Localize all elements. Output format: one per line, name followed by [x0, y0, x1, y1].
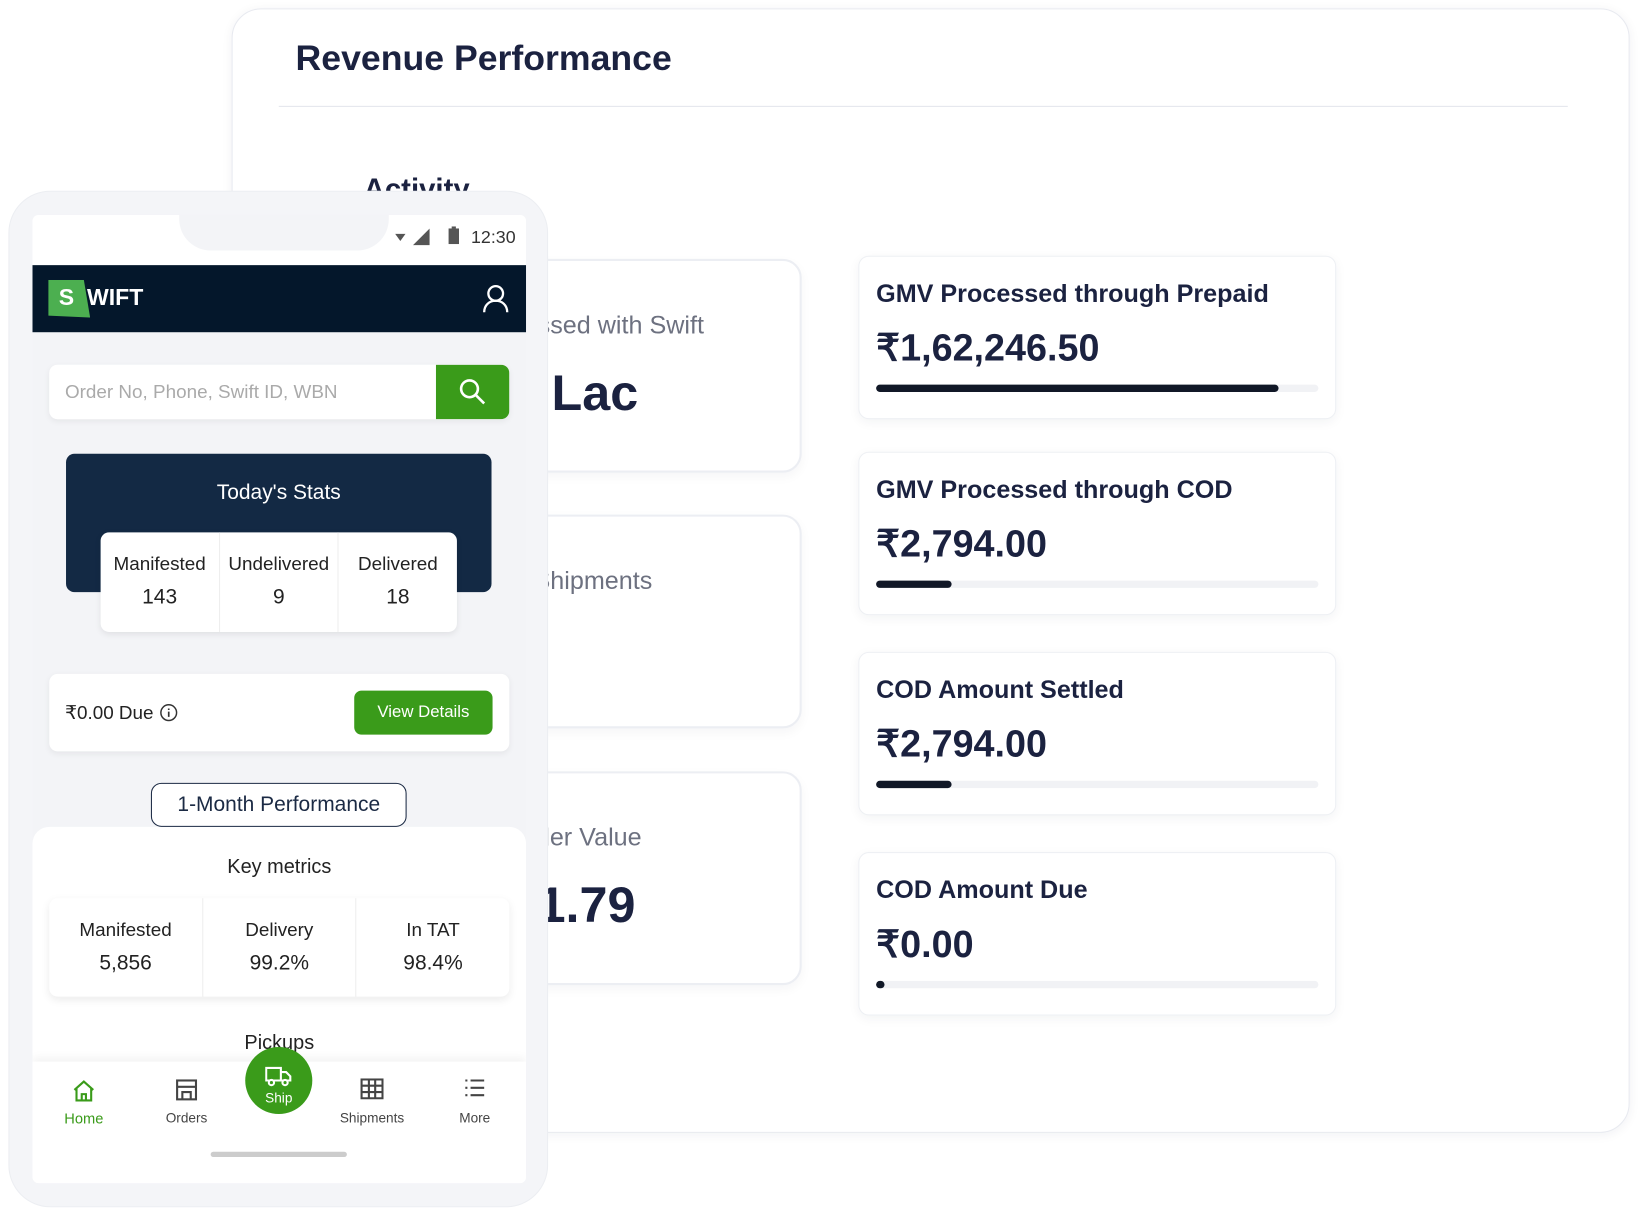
key-metrics: Manifested 5,856 Delivery 99.2% In TAT 98.4…	[49, 898, 510, 997]
card-label: GMV Processed through Prepaid	[876, 279, 1269, 309]
progress-fill	[876, 580, 952, 588]
phone-screen: 12:30 S WIFT Today's Stats Manifested 143…	[32, 214, 527, 1184]
progress-bar	[876, 780, 1319, 789]
truck-icon	[265, 1066, 292, 1086]
progress-fill	[876, 980, 885, 989]
metric-value: 99.2%	[249, 951, 310, 975]
stat-label: Manifested	[113, 553, 206, 575]
card-label: COD Amount Due	[876, 876, 1088, 905]
nav-label: Ship	[265, 1089, 293, 1106]
cod-card: GMV Processed through COD ₹2,794.00	[858, 451, 1337, 616]
cod-settled-card: COD Amount Settled ₹2,794.00	[858, 651, 1337, 816]
search-button[interactable]	[435, 364, 510, 420]
store-icon	[176, 1079, 198, 1101]
home-icon	[73, 1080, 94, 1102]
search-input[interactable]	[49, 364, 438, 420]
nav-label: Shipments	[339, 1109, 405, 1126]
progress-fill	[876, 384, 1279, 392]
ship-button[interactable]: Ship	[245, 1046, 313, 1115]
view-details-button[interactable]: View Details	[354, 690, 493, 735]
stat-delivered: Delivered 18	[337, 532, 457, 632]
nav-home[interactable]: Home	[37, 1078, 131, 1127]
nav-label: More	[459, 1109, 491, 1126]
due-card: ₹0.00 Due View Details	[49, 673, 510, 752]
clock: 12:30	[471, 227, 516, 248]
info-icon[interactable]	[159, 703, 178, 722]
metric-in-tat: In TAT 98.4%	[355, 898, 510, 997]
stat-undelivered: Undelivered 9	[218, 532, 338, 632]
signal-icon	[412, 228, 430, 246]
metric-manifested: Manifested 5,856	[49, 898, 202, 997]
stat-label: Undelivered	[228, 553, 330, 575]
nav-orders[interactable]: Orders	[139, 1078, 233, 1126]
metric-label: Manifested	[79, 919, 172, 941]
stat-value: 9	[272, 585, 285, 609]
card-value: ₹2,794.00	[876, 722, 1048, 766]
nav-shipments[interactable]: Shipments	[325, 1078, 419, 1126]
notch	[179, 214, 389, 251]
home-indicator	[210, 1151, 347, 1157]
grid-icon	[360, 1078, 384, 1100]
card-label: COD Amount Settled	[876, 675, 1124, 705]
search-bar	[49, 364, 510, 420]
todays-stats: Manifested 143 Undelivered 9 Delivered 18	[100, 532, 457, 632]
nav-more[interactable]: More	[428, 1078, 522, 1126]
search-icon	[459, 379, 486, 405]
stat-label: Delivered	[358, 553, 438, 575]
divider	[278, 105, 1568, 107]
key-metrics-heading: Key metrics	[227, 856, 332, 879]
cod-due-card: COD Amount Due ₹0.00	[858, 852, 1337, 1016]
wifi-icon	[395, 233, 406, 242]
stat-value: 143	[142, 585, 178, 609]
user-icon[interactable]	[482, 284, 509, 313]
battery-icon	[448, 226, 460, 245]
nav-label: Home	[64, 1109, 104, 1127]
metric-value: 98.4%	[403, 951, 463, 975]
card-value: ₹0.00	[876, 922, 974, 966]
phone-mockup: 12:30 S WIFT Today's Stats Manifested 143…	[8, 190, 549, 1208]
metric-label: Delivery	[245, 919, 314, 941]
stat-value: 18	[386, 585, 410, 609]
status-bar: 12:30	[32, 214, 527, 266]
progress-fill	[876, 780, 952, 789]
prepaid-card: GMV Processed through Prepaid ₹1,62,246.5…	[858, 255, 1337, 420]
progress-bar	[876, 384, 1319, 392]
logo-mark: S	[48, 279, 91, 318]
progress-bar	[876, 980, 1319, 989]
logo-text: WIFT	[86, 284, 144, 311]
progress-bar	[876, 580, 1319, 588]
metric-delivery: Delivery 99.2%	[201, 898, 356, 997]
tab-1-month-performance[interactable]: 1-Month Performance	[150, 782, 407, 827]
stat-manifested: Manifested 143	[101, 532, 219, 632]
app-header: S WIFT	[32, 265, 527, 333]
page-title: Revenue Performance	[295, 38, 672, 79]
nav-label: Orders	[165, 1109, 208, 1126]
list-icon	[465, 1079, 485, 1097]
metric-value: 5,856	[99, 951, 152, 975]
card-value: ₹1,62,246.50	[876, 325, 1100, 369]
stats-title: Today's Stats	[216, 481, 341, 505]
card-label: GMV Processed through COD	[876, 475, 1233, 505]
bottom-nav: Home Orders Ship Shipments More	[32, 1046, 527, 1184]
card-value: ₹2,794.00	[876, 521, 1048, 565]
metric-label: In TAT	[406, 919, 460, 941]
due-amount: ₹0.00 Due	[64, 702, 154, 724]
